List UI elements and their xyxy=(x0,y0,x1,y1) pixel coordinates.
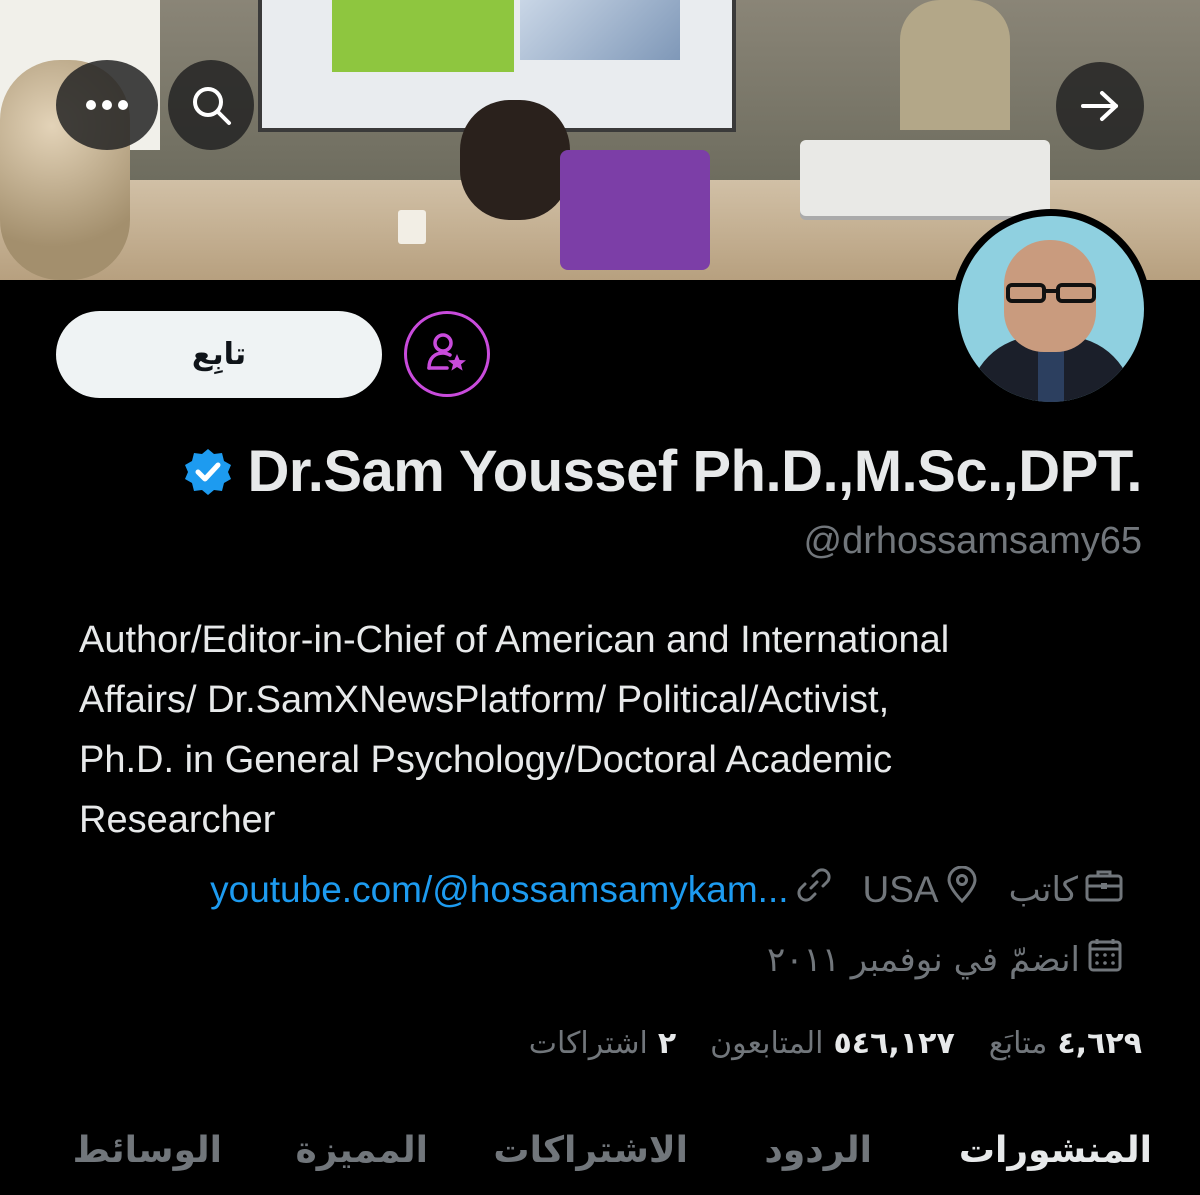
subscriptions-count: ٢ xyxy=(657,1026,677,1061)
banner-presenter xyxy=(900,0,1010,130)
search-button[interactable] xyxy=(168,60,254,150)
followers-count: ٥٤٦,١٢٧ xyxy=(833,1026,955,1061)
subscriptions-label: اشتراكات xyxy=(528,1026,648,1061)
bio-line: Author/Editor-in-Chief of American and I… xyxy=(79,619,950,661)
tab-posts[interactable]: المنشورات xyxy=(959,1130,1152,1171)
bio-line: Affairs/ Dr.SamXNewsPlatform/ Political/… xyxy=(79,679,890,721)
search-icon xyxy=(190,84,232,126)
banner-slide-image xyxy=(520,0,680,60)
bio-line: Researcher xyxy=(79,799,276,841)
tab-media[interactable]: الوسائط xyxy=(73,1130,222,1171)
joined-row: انضمّ في نوفمبر ٢٠١١ xyxy=(767,936,1124,983)
following-stat[interactable]: ٤,٦٢٩ متابَع xyxy=(989,1026,1142,1061)
person-star-icon xyxy=(425,330,469,378)
location-item: USA xyxy=(862,865,979,913)
banner-projector xyxy=(800,140,1050,216)
more-horizontal-icon xyxy=(85,99,129,111)
profession-item: كاتب xyxy=(1009,867,1124,912)
joined-item: انضمّ في نوفمبر ٢٠١١ xyxy=(767,936,1124,983)
banner-purple-bag xyxy=(560,150,710,270)
followers-label: المتابعون xyxy=(710,1026,824,1061)
briefcase-icon xyxy=(1084,867,1124,912)
profile-tabs: المنشورات الردود الاشتراكات المميزة الوس… xyxy=(0,1118,1200,1195)
location-text: USA xyxy=(862,868,939,910)
verified-badge-icon xyxy=(183,447,233,497)
website-item[interactable]: youtube.com/@hossamsamykam... xyxy=(210,866,832,913)
link-icon xyxy=(795,866,833,913)
profile-handle: @drhossamsamy65 xyxy=(803,520,1142,562)
joined-text: انضمّ في نوفمبر ٢٠١١ xyxy=(766,939,1080,980)
avatar-photo xyxy=(958,216,1144,402)
tab-highlights[interactable]: المميزة xyxy=(296,1130,428,1171)
profile-bio: Author/Editor-in-Chief of American and I… xyxy=(79,610,1149,850)
location-pin-icon xyxy=(945,865,979,913)
glasses-graphic xyxy=(1006,283,1096,303)
following-label: متابَع xyxy=(988,1026,1048,1061)
forward-button[interactable] xyxy=(1056,62,1144,150)
banner-slide-text-block xyxy=(332,0,514,72)
tab-subscriptions[interactable]: الاشتراكات xyxy=(493,1130,688,1171)
subscribe-button[interactable] xyxy=(404,311,490,397)
more-button[interactable] xyxy=(56,60,158,150)
profile-name-row: Dr.Sam Youssef Ph.D.,M.Sc.,DPT. xyxy=(183,438,1142,505)
profession-text: كاتب xyxy=(1008,869,1078,910)
followers-stat[interactable]: ٥٤٦,١٢٧ المتابعون xyxy=(710,1026,955,1061)
avatar[interactable] xyxy=(951,209,1151,409)
banner-cup xyxy=(398,210,426,244)
tab-replies[interactable]: الردود xyxy=(764,1130,872,1171)
calendar-icon xyxy=(1086,936,1124,983)
arrow-right-icon xyxy=(1080,89,1120,123)
follow-button[interactable]: تابِع xyxy=(56,311,382,398)
bio-line: Ph.D. in General Psychology/Doctoral Aca… xyxy=(79,739,893,781)
banner-audience-member xyxy=(460,100,570,220)
profile-stats: ٤,٦٢٩ متابَع ٥٤٦,١٢٧ المتابعون ٢ اشتراكا… xyxy=(529,1026,1142,1061)
subscriptions-stat[interactable]: ٢ اشتراكات xyxy=(529,1026,676,1061)
profile-meta-row: كاتب USA youtube.com/@hossamsamykam... xyxy=(210,865,1124,913)
website-link[interactable]: youtube.com/@hossamsamykam... xyxy=(210,869,788,911)
profile-name: Dr.Sam Youssef Ph.D.,M.Sc.,DPT. xyxy=(247,439,1142,504)
following-count: ٤,٦٢٩ xyxy=(1057,1026,1142,1061)
